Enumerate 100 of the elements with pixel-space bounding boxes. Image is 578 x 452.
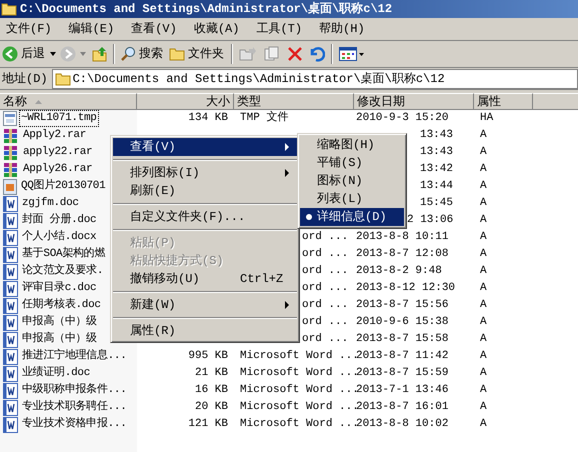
file-name[interactable]: 申报高（中）级: [20, 331, 99, 348]
file-name[interactable]: 中级职称申报条件...: [20, 382, 129, 399]
modified-date: 2013-8-7 15:58: [356, 333, 448, 346]
modified-date: 2013-8-7 12:08: [356, 248, 448, 260]
folder-icon: [54, 72, 71, 86]
file-name[interactable]: 封面 分册.doc: [20, 212, 98, 229]
move-to-icon[interactable]: [239, 46, 257, 62]
menu-item[interactable]: 工具(T): [250, 20, 308, 38]
file-type: ord ...: [302, 299, 348, 312]
delete-icon[interactable]: [288, 47, 302, 61]
file-name[interactable]: QQ图片20130701: [19, 178, 108, 195]
file-type: ord ...: [302, 333, 348, 346]
column-header[interactable]: 大小: [137, 93, 234, 110]
file-name[interactable]: 专业技术职务聘任...: [20, 399, 129, 416]
modified-date: 2013-8-7 11:42: [356, 350, 448, 362]
window-title: C:\Documents and Settings\Administrator\桌面\职称c\12: [20, 0, 392, 18]
file-attributes: A: [480, 129, 487, 142]
search-icon: [120, 46, 136, 62]
modified-date: 2 13:06: [407, 214, 454, 226]
menu-item[interactable]: 收藏(A): [188, 20, 246, 38]
file-size: 21 KB: [194, 367, 228, 380]
view-option[interactable]: 图标(N): [300, 172, 404, 190]
context-menu-item[interactable]: 新建(W): [113, 296, 297, 314]
file-name[interactable]: 评审目录c.doc: [20, 280, 98, 297]
file-name[interactable]: 个人小结.docx: [20, 229, 98, 246]
dropdown-caret-icon[interactable]: [50, 52, 56, 56]
file-attributes: A: [480, 248, 487, 260]
file-attributes: A: [480, 367, 487, 380]
archive-books-icon: [3, 128, 19, 144]
view-option[interactable]: 列表(L): [300, 190, 404, 208]
file-size: 121 KB: [188, 418, 228, 430]
file-type: TMP 文件: [240, 112, 288, 124]
file-name[interactable]: 推进江宁地理信息...: [20, 348, 129, 365]
folder-icon: [169, 47, 185, 61]
file-attributes: A: [480, 180, 487, 192]
file-type: ord ...: [302, 231, 348, 244]
file-name[interactable]: 论文范文及要求.: [20, 263, 106, 280]
context-menu-item[interactable]: 排列图标(I): [113, 164, 297, 182]
file-attributes: A: [480, 418, 487, 430]
column-header[interactable]: 属性: [474, 93, 533, 110]
file-attributes: A: [480, 282, 487, 294]
file-attributes: A: [480, 146, 487, 158]
file-attributes: A: [480, 231, 487, 244]
views-icon[interactable]: [339, 46, 365, 62]
view-option[interactable]: 平铺(S): [300, 154, 404, 172]
modified-date: 2013-8-8 10:02: [356, 418, 448, 430]
file-size: 16 KB: [194, 384, 228, 396]
file-name[interactable]: 申报高（中）级: [20, 314, 99, 331]
context-menu-item[interactable]: 刷新(E): [113, 182, 297, 200]
file-type: ord ...: [302, 316, 348, 328]
file-attributes: A: [480, 316, 487, 328]
up-folder-icon[interactable]: [92, 46, 108, 62]
file-name[interactable]: Apply2.rar: [21, 127, 88, 144]
sort-ascending-icon: [35, 100, 42, 104]
context-menu-item[interactable]: 自定义文件夹(F)...: [113, 208, 297, 226]
file-attributes: A: [480, 214, 487, 226]
file-name[interactable]: 基于SOA架构的燃: [20, 246, 108, 263]
folders-button[interactable]: 文件夹: [165, 45, 228, 63]
modified-date: 2013-8-12 12:30: [356, 282, 456, 294]
image-file-icon: [3, 178, 17, 194]
file-attributes: A: [480, 384, 487, 396]
file-name[interactable]: 专业技术资格申报...: [20, 416, 129, 433]
view-option[interactable]: 缩略图(H): [300, 136, 404, 154]
context-menu-item[interactable]: 撤销移动(U) Ctrl+Z: [113, 270, 297, 288]
column-header[interactable]: 类型: [234, 93, 354, 110]
menu-item[interactable]: 文件(F): [0, 20, 58, 38]
context-menu-item[interactable]: 查看(V): [113, 138, 297, 156]
view-option[interactable]: 详细信息(D): [300, 208, 404, 226]
menu-item[interactable]: 帮助(H): [313, 20, 371, 38]
modified-date: 2013-8-7 15:59: [356, 367, 448, 380]
undo-icon[interactable]: [309, 46, 325, 62]
modified-date: 2013-8-2 9:48: [356, 265, 442, 278]
modified-date: 13:43: [420, 129, 453, 142]
folder-icon: [1, 2, 17, 16]
back-button[interactable]: 后退: [1, 45, 46, 63]
file-name[interactable]: apply22.rar: [21, 144, 94, 161]
file-attributes: A: [480, 299, 487, 312]
context-menu-item[interactable]: 属性(R): [113, 322, 297, 340]
address-field[interactable]: C:\Documents and Settings\Administrator\桌面\职称c\12: [52, 68, 578, 88]
file-size: 995 KB: [188, 350, 228, 362]
file-attributes: A: [480, 197, 487, 210]
file-name[interactable]: Apply26.rar: [21, 161, 94, 178]
column-header[interactable]: 名称: [0, 93, 137, 110]
file-name[interactable]: 业绩证明.doc: [20, 365, 92, 382]
file-attributes: HA: [480, 112, 494, 124]
menu-item[interactable]: 编辑(E): [62, 20, 120, 38]
file-name[interactable]: zgjfm.doc: [20, 195, 81, 212]
copy-to-icon[interactable]: [263, 46, 281, 62]
file-size: 134 KB: [188, 112, 228, 124]
file-attributes: A: [480, 333, 487, 346]
file-size: 20 KB: [194, 401, 228, 414]
file-type: ord ...: [302, 265, 348, 278]
archive-books-icon: [3, 162, 19, 178]
column-header[interactable]: 修改日期: [354, 93, 474, 110]
search-button[interactable]: 搜索: [118, 45, 165, 63]
file-name[interactable]: 任期考核表.doc: [20, 297, 103, 314]
menu-item[interactable]: 查看(V): [125, 20, 183, 38]
modified-date: 2013-8-7 16:01: [356, 401, 448, 414]
modified-date: 15:45: [420, 197, 453, 210]
file-attributes: A: [480, 350, 487, 362]
